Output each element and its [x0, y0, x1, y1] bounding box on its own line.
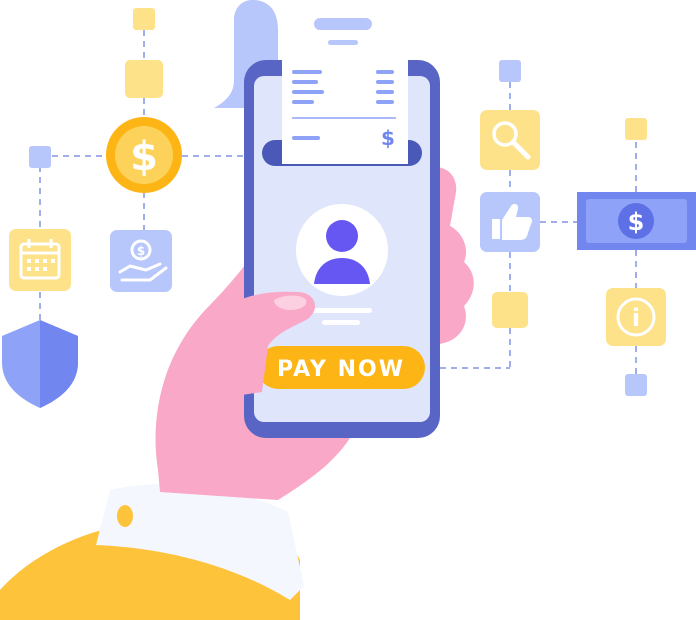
info-symbol: i — [632, 304, 640, 332]
hand-coin-symbol: $ — [137, 244, 145, 258]
coin-symbol: $ — [130, 134, 158, 180]
thumbs-up-icon — [480, 192, 540, 252]
payment-illustration: $ $ $ i $ PAY NOW — [0, 0, 696, 620]
dollar-coin-icon: $ — [106, 117, 182, 193]
receipt-currency-symbol: $ — [381, 126, 395, 150]
small-square-far-right — [625, 118, 647, 140]
square-tile-right — [492, 292, 528, 328]
dollar-bill-icon: $ — [577, 192, 696, 250]
pay-now-button[interactable]: PAY NOW — [257, 346, 425, 389]
square-tile-top-left — [125, 60, 163, 98]
bill-symbol: $ — [628, 208, 645, 236]
small-square-top-left — [133, 8, 155, 30]
pay-now-label: PAY NOW — [277, 357, 405, 382]
receipt: $ — [282, 18, 408, 164]
hand-coin-icon: $ — [110, 230, 172, 292]
search-icon — [480, 110, 540, 170]
small-square-mid-left — [29, 146, 51, 168]
shield-icon — [2, 320, 78, 408]
small-square-top-right — [499, 60, 521, 82]
small-square-bottom-right — [625, 374, 647, 396]
sleeve — [0, 484, 304, 620]
calendar-icon — [9, 229, 71, 291]
info-icon: i — [606, 288, 666, 346]
